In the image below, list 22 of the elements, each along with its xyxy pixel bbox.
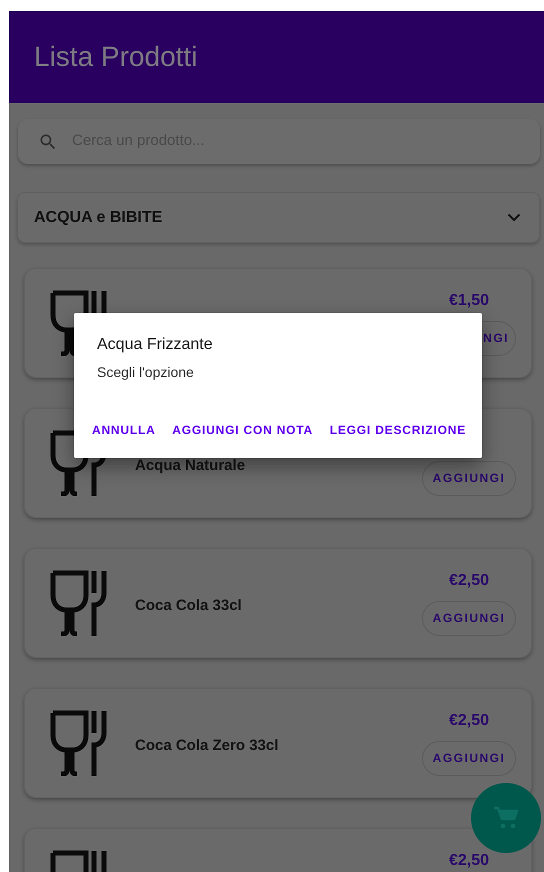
product-name: Coca Cola Zero 33cl [135,736,280,756]
add-button[interactable]: AGGIUNGI [422,460,516,496]
glass-fork-icon [50,710,108,776]
price: €2,50 [448,850,490,870]
add-button[interactable]: AGGIUNGI [422,600,516,636]
dialog-action-button[interactable]: AGGIUNGI CON NOTA [166,417,320,443]
add-button[interactable]: AGGIUNGI [422,740,516,776]
cart-icon [493,806,519,830]
glass-fork-icon [50,570,108,636]
dialog-title: Acqua Frizzante [97,335,213,355]
search-icon [38,132,58,152]
product-name: Acqua Naturale [135,456,246,476]
price: €2,50 [448,710,490,730]
dialog-message: Scegli l'opzione [97,363,194,382]
app-title: Lista Prodotti [34,40,198,74]
price: €2,50 [448,570,490,590]
dialog-action-button[interactable]: LEGGI DESCRIZIONE [324,417,472,443]
dialog-action-button[interactable]: ANNULLA [86,417,162,443]
product-name: Coca Cola 33cl [135,596,243,616]
price: €1,50 [448,290,490,310]
category-dropdown[interactable]: ACQUA e BIBITE [17,192,540,243]
chevron-down-icon [507,213,521,222]
